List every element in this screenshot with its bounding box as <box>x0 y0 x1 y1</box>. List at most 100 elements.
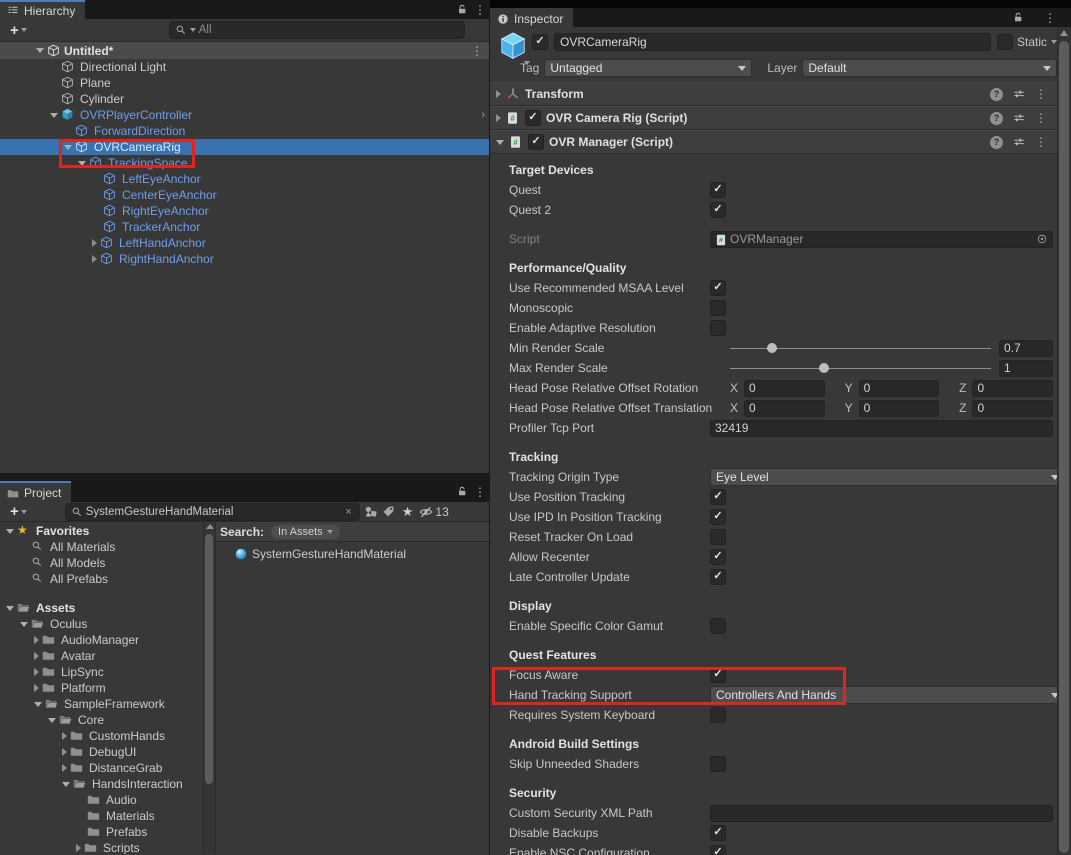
project-folder-CustomHands[interactable]: CustomHands <box>0 728 203 744</box>
property-checkbox[interactable]: ✓ <box>710 489 726 505</box>
project-folder-Prefabs[interactable]: Prefabs <box>0 824 203 840</box>
project-menu-icon[interactable]: ⋮ <box>471 481 489 502</box>
property-checkbox[interactable]: ✓ <box>710 569 726 585</box>
component-menu-icon[interactable]: ⋮ <box>1035 112 1047 124</box>
slider-thumb[interactable] <box>819 363 829 373</box>
project-search-input[interactable]: SystemGestureHandMaterial × <box>65 503 360 521</box>
help-icon[interactable]: ? <box>990 136 1003 149</box>
hierarchy-menu-icon[interactable]: ⋮ <box>471 0 489 19</box>
component-header-OVR Camera Rig (Script)[interactable]: #✓OVR Camera Rig (Script)?⋮ <box>490 106 1071 130</box>
static-checkbox[interactable] <box>997 34 1013 50</box>
lock-icon[interactable] <box>453 481 471 502</box>
axis-field-y[interactable]: 0 <box>859 400 940 417</box>
presets-icon[interactable] <box>1013 112 1025 124</box>
hierarchy-search-input[interactable]: All <box>169 21 465 39</box>
property-checkbox[interactable]: ✓ <box>710 825 726 841</box>
property-checkbox[interactable] <box>710 707 726 723</box>
hierarchy-item-RightHandAnchor[interactable]: RightHandAnchor <box>0 251 489 267</box>
text-field-Profiler Tcp Port[interactable]: 32419 <box>710 420 1053 437</box>
project-folder-All Materials[interactable]: All Materials <box>0 539 203 555</box>
inspector-scrollbar[interactable] <box>1057 27 1071 855</box>
gameobject-cube-icon[interactable] <box>498 31 528 61</box>
prefab-open-arrow-icon[interactable]: › <box>481 109 485 121</box>
component-enabled-checkbox[interactable]: ✓ <box>528 134 544 150</box>
collapse-arrow-icon[interactable] <box>92 239 97 247</box>
property-checkbox[interactable] <box>710 300 726 316</box>
project-create-button[interactable]: + <box>6 503 31 520</box>
component-menu-icon[interactable]: ⋮ <box>1035 88 1047 100</box>
tab-hierarchy[interactable]: Hierarchy <box>0 0 85 19</box>
component-header-OVR Manager (Script)[interactable]: #✓OVR Manager (Script)?⋮ <box>490 130 1071 154</box>
collapse-arrow-icon[interactable] <box>34 684 39 692</box>
property-checkbox[interactable]: ✓ <box>710 845 726 855</box>
project-folder-All Prefabs[interactable]: All Prefabs <box>0 571 203 587</box>
search-scope-dropdown[interactable]: In Assets <box>271 525 340 539</box>
property-checkbox[interactable] <box>710 618 726 634</box>
hierarchy-item-ForwardDirection[interactable]: ForwardDirection <box>0 123 489 139</box>
property-checkbox[interactable]: ✓ <box>710 182 726 198</box>
collapse-arrow-icon[interactable] <box>34 636 39 644</box>
expand-arrow-icon[interactable] <box>62 782 70 787</box>
property-checkbox[interactable] <box>710 756 726 772</box>
expand-arrow-icon[interactable] <box>34 702 42 707</box>
hierarchy-item-Directional Light[interactable]: Directional Light <box>0 59 489 75</box>
expand-arrow-icon[interactable] <box>6 606 14 611</box>
project-folder-SampleFramework[interactable]: SampleFramework <box>0 696 203 712</box>
property-checkbox[interactable]: ✓ <box>710 280 726 296</box>
object-picker-icon[interactable] <box>1036 233 1048 245</box>
property-checkbox[interactable]: ✓ <box>710 667 726 683</box>
project-folder-Core[interactable]: Core <box>0 712 203 728</box>
slider-track-area[interactable] <box>730 341 991 355</box>
scroll-up-icon[interactable] <box>206 524 214 529</box>
project-folder-HandsInteraction[interactable]: HandsInteraction <box>0 776 203 792</box>
panel-divider[interactable] <box>489 0 490 855</box>
hierarchy-item-Cylinder[interactable]: Cylinder <box>0 91 489 107</box>
component-enabled-checkbox[interactable]: ✓ <box>525 110 541 126</box>
scene-menu-icon[interactable]: ⋮ <box>471 45 483 57</box>
collapse-arrow-icon[interactable] <box>34 668 39 676</box>
lock-icon[interactable] <box>1009 8 1027 27</box>
text-field-Custom Security XML Path[interactable] <box>710 805 1053 822</box>
collapse-arrow-icon[interactable] <box>62 732 67 740</box>
collapse-arrow-icon[interactable] <box>496 90 501 98</box>
tab-inspector[interactable]: Inspector <box>490 8 573 27</box>
help-icon[interactable]: ? <box>990 88 1003 101</box>
presets-icon[interactable] <box>1013 88 1025 100</box>
tag-dropdown[interactable]: Untagged <box>544 59 752 77</box>
collapse-arrow-icon[interactable] <box>76 844 81 852</box>
search-result-item[interactable]: SystemGestureHandMaterial <box>216 546 489 562</box>
slider-value-field[interactable]: 1 <box>999 360 1053 377</box>
inspector-menu-icon[interactable]: ⋮ <box>1041 8 1059 27</box>
axis-field-y[interactable]: 0 <box>859 380 940 397</box>
property-checkbox[interactable] <box>710 529 726 545</box>
expand-arrow-icon[interactable] <box>50 113 58 118</box>
expand-arrow-icon[interactable] <box>64 145 72 150</box>
object-field-Script[interactable]: #OVRManager <box>710 231 1053 248</box>
scroll-up-icon[interactable] <box>1060 30 1068 36</box>
hierarchy-item-CenterEyeAnchor[interactable]: CenterEyeAnchor <box>0 187 489 203</box>
collapse-arrow-icon[interactable] <box>34 652 39 660</box>
axis-field-z[interactable]: 0 <box>972 380 1053 397</box>
hierarchy-item-TrackerAnchor[interactable]: TrackerAnchor <box>0 219 489 235</box>
property-checkbox[interactable]: ✓ <box>710 549 726 565</box>
project-tree-scrollbar[interactable] <box>203 522 215 854</box>
hierarchy-item-OVRCameraRig[interactable]: OVRCameraRig <box>0 139 489 155</box>
slider-track-area[interactable] <box>730 361 991 375</box>
axis-field-x[interactable]: 0 <box>744 400 825 417</box>
scene-header-row[interactable]: Untitled*⋮ <box>0 42 489 59</box>
collapse-arrow-icon[interactable] <box>496 114 501 122</box>
project-folder-Oculus[interactable]: Oculus <box>0 616 203 632</box>
tab-project[interactable]: Project <box>0 481 71 502</box>
presets-icon[interactable] <box>1013 136 1025 148</box>
project-folder-All Models[interactable]: All Models <box>0 555 203 571</box>
slider-thumb[interactable] <box>767 343 777 353</box>
project-folder-Audio[interactable]: Audio <box>0 792 203 808</box>
project-folder-Materials[interactable]: Materials <box>0 808 203 824</box>
expand-arrow-icon[interactable] <box>48 718 56 723</box>
layer-dropdown[interactable]: Default <box>802 59 1057 77</box>
search-by-type-icon[interactable] <box>364 505 378 519</box>
dropdown-Hand Tracking Support[interactable]: Controllers And Hands <box>710 686 1065 704</box>
hierarchy-create-button[interactable]: + <box>6 22 31 39</box>
project-folder-Avatar[interactable]: Avatar <box>0 648 203 664</box>
expand-arrow-icon[interactable] <box>20 622 28 627</box>
